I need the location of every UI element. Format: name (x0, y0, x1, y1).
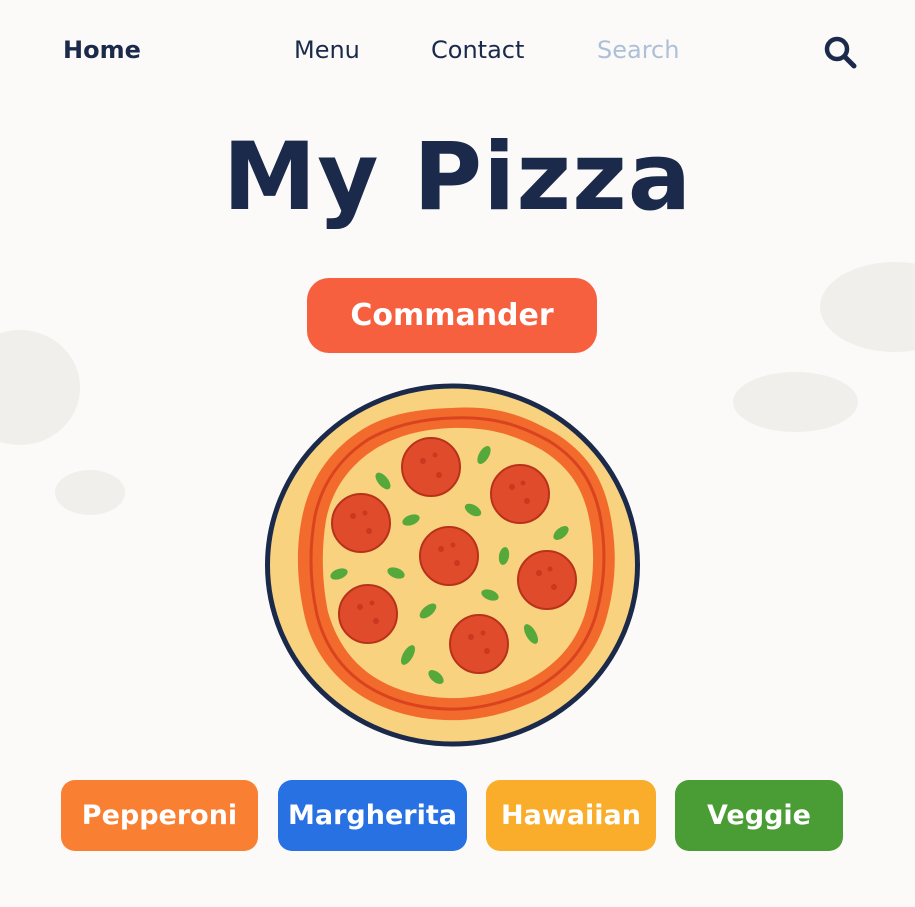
nav-home-link[interactable]: Home (63, 34, 141, 66)
chip-pepperoni[interactable]: Pepperoni (61, 780, 258, 851)
background-blob (0, 330, 80, 445)
page-title: My Pizza (222, 123, 693, 232)
chip-veggie[interactable]: Veggie (675, 780, 843, 851)
chip-hawaiian[interactable]: Hawaiian (486, 780, 656, 851)
nav-menu-link[interactable]: Menu (294, 34, 360, 66)
background-blob (55, 470, 125, 515)
search-icon (824, 36, 857, 69)
background-blob (733, 372, 858, 432)
nav-search-link[interactable]: Search (597, 34, 679, 66)
order-button[interactable]: Commander (307, 278, 597, 353)
pizza-illustration (265, 383, 640, 747)
nav-contact-link[interactable]: Contact (431, 34, 524, 66)
page: Home Menu Contact Search My Pizza Comman… (0, 0, 915, 907)
chip-margherita[interactable]: Margherita (278, 780, 467, 851)
background-blob (820, 262, 915, 352)
search-button[interactable] (821, 33, 859, 71)
